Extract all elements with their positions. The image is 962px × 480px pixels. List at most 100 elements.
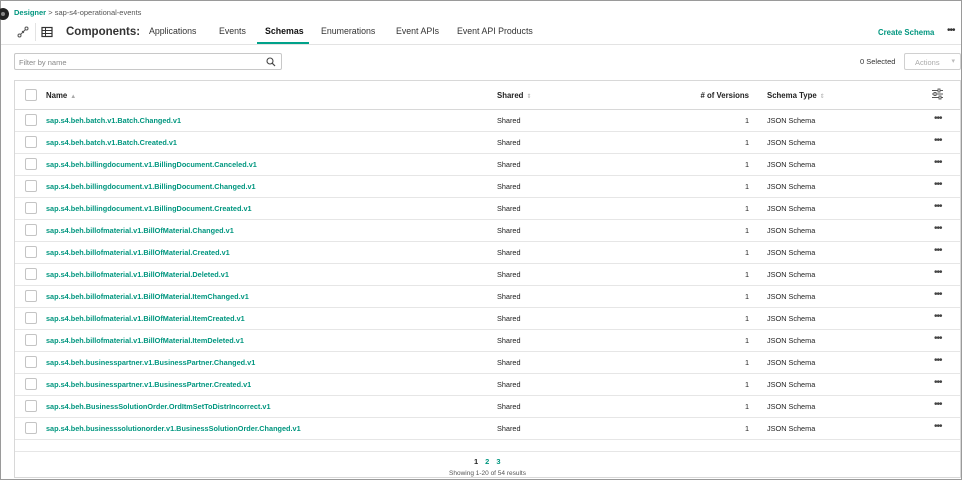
- filter-field[interactable]: [14, 53, 282, 70]
- tab-events[interactable]: Events: [219, 26, 246, 36]
- table-row[interactable]: sap.s4.beh.billingdocument.v1.BillingDoc…: [15, 154, 960, 176]
- table-row[interactable]: sap.s4.beh.billofmaterial.v1.BillOfMater…: [15, 264, 960, 286]
- schema-type-value: JSON Schema: [767, 270, 816, 279]
- table-row[interactable]: sap.s4.beh.businesssolutionorder.v1.Busi…: [15, 418, 960, 440]
- schema-name-link[interactable]: sap.s4.beh.BusinessSolutionOrder.OrdItmS…: [46, 402, 271, 411]
- table-row[interactable]: sap.s4.beh.billofmaterial.v1.BillOfMater…: [15, 220, 960, 242]
- versions-value: 1: [744, 314, 749, 323]
- table-row[interactable]: sap.s4.beh.billingdocument.v1.BillingDoc…: [15, 176, 960, 198]
- column-settings-icon[interactable]: [931, 88, 944, 102]
- table-row[interactable]: sap.s4.beh.billofmaterial.v1.BillOfMater…: [15, 242, 960, 264]
- row-more-icon[interactable]: •••: [934, 245, 942, 256]
- row-more-icon[interactable]: •••: [934, 267, 942, 278]
- schema-name-link[interactable]: sap.s4.beh.billingdocument.v1.BillingDoc…: [46, 160, 257, 169]
- page-link-3[interactable]: 3: [496, 457, 500, 466]
- shared-value: Shared: [497, 270, 521, 279]
- breadcrumb-designer-link[interactable]: Designer: [14, 8, 46, 17]
- chevron-down-icon: ▾: [951, 58, 955, 65]
- row-checkbox[interactable]: [25, 268, 37, 280]
- schema-type-value: JSON Schema: [767, 182, 816, 191]
- tab-schemas[interactable]: Schemas: [265, 26, 304, 36]
- table-row[interactable]: sap.s4.beh.businesspartner.v1.BusinessPa…: [15, 374, 960, 396]
- row-checkbox[interactable]: [25, 180, 37, 192]
- schema-type-value: JSON Schema: [767, 160, 816, 169]
- pagination: 123 Showing 1-20 of 54 results: [15, 451, 960, 477]
- table-view-icon[interactable]: [40, 25, 54, 39]
- row-checkbox[interactable]: [25, 312, 37, 324]
- row-more-icon[interactable]: •••: [934, 421, 942, 432]
- schema-name-link[interactable]: sap.s4.beh.businesspartner.v1.BusinessPa…: [46, 380, 251, 389]
- row-checkbox[interactable]: [25, 224, 37, 236]
- schema-name-link[interactable]: sap.s4.beh.batch.v1.Batch.Changed.v1: [46, 116, 181, 125]
- table-header: Name ▲ Shared ⇕ # of Versions Schema Type ⇕: [15, 81, 960, 110]
- versions-value: 1: [744, 402, 749, 411]
- row-more-icon[interactable]: •••: [934, 135, 942, 146]
- schema-name-link[interactable]: sap.s4.beh.businesssolutionorder.v1.Busi…: [46, 424, 301, 433]
- row-more-icon[interactable]: •••: [934, 377, 942, 388]
- row-more-icon[interactable]: •••: [934, 399, 942, 410]
- row-checkbox[interactable]: [25, 136, 37, 148]
- shared-value: Shared: [497, 182, 521, 191]
- table-row[interactable]: sap.s4.beh.batch.v1.Batch.Created.v1 Shar…: [15, 132, 960, 154]
- shared-value: Shared: [497, 116, 521, 125]
- row-more-icon[interactable]: •••: [934, 311, 942, 322]
- schema-name-link[interactable]: sap.s4.beh.billofmaterial.v1.BillOfMater…: [46, 314, 245, 323]
- schema-name-link[interactable]: sap.s4.beh.billofmaterial.v1.BillOfMater…: [46, 336, 244, 345]
- results-summary: Showing 1-20 of 54 results: [449, 470, 526, 477]
- row-checkbox[interactable]: [25, 114, 37, 126]
- row-checkbox[interactable]: [25, 246, 37, 258]
- actions-dropdown[interactable]: Actions ▾: [904, 53, 961, 70]
- row-checkbox[interactable]: [25, 334, 37, 346]
- schema-name-link[interactable]: sap.s4.beh.batch.v1.Batch.Created.v1: [46, 138, 177, 147]
- row-more-icon[interactable]: •••: [934, 355, 942, 366]
- row-more-icon[interactable]: •••: [934, 201, 942, 212]
- graph-view-icon[interactable]: [16, 25, 30, 39]
- row-more-icon[interactable]: •••: [934, 113, 942, 124]
- column-header-name[interactable]: Name ▲: [46, 91, 76, 100]
- schema-name-link[interactable]: sap.s4.beh.billofmaterial.v1.BillOfMater…: [46, 292, 249, 301]
- schema-name-link[interactable]: sap.s4.beh.billofmaterial.v1.BillOfMater…: [46, 248, 230, 257]
- page-link-1[interactable]: 1: [474, 457, 478, 466]
- table-row[interactable]: sap.s4.beh.billofmaterial.v1.BillOfMater…: [15, 330, 960, 352]
- table-row[interactable]: sap.s4.beh.billofmaterial.v1.BillOfMater…: [15, 286, 960, 308]
- filter-input[interactable]: [19, 56, 259, 68]
- schema-name-link[interactable]: sap.s4.beh.billofmaterial.v1.BillOfMater…: [46, 270, 229, 279]
- row-checkbox[interactable]: [25, 158, 37, 170]
- row-more-icon[interactable]: •••: [934, 333, 942, 344]
- row-checkbox[interactable]: [25, 202, 37, 214]
- schema-name-link[interactable]: sap.s4.beh.billofmaterial.v1.BillOfMater…: [46, 226, 234, 235]
- row-checkbox[interactable]: [25, 400, 37, 412]
- tab-applications[interactable]: Applications: [149, 26, 196, 36]
- shared-value: Shared: [497, 204, 521, 213]
- row-checkbox[interactable]: [25, 356, 37, 368]
- row-more-icon[interactable]: •••: [934, 223, 942, 234]
- page-link-2[interactable]: 2: [485, 457, 489, 466]
- tab-event-api-products[interactable]: Event API Products: [457, 26, 533, 36]
- row-checkbox[interactable]: [25, 290, 37, 302]
- table-row[interactable]: sap.s4.beh.billofmaterial.v1.BillOfMater…: [15, 308, 960, 330]
- tab-event-apis[interactable]: Event APIs: [396, 26, 439, 36]
- row-more-icon[interactable]: •••: [934, 179, 942, 190]
- create-schema-button[interactable]: Create Schema: [878, 28, 934, 37]
- row-checkbox[interactable]: [25, 378, 37, 390]
- table-row[interactable]: sap.s4.beh.billingdocument.v1.BillingDoc…: [15, 198, 960, 220]
- more-options-icon[interactable]: •••: [947, 25, 955, 36]
- row-more-icon[interactable]: •••: [934, 289, 942, 300]
- schema-name-link[interactable]: sap.s4.beh.businesspartner.v1.BusinessPa…: [46, 358, 255, 367]
- selected-count: 0 Selected: [860, 57, 896, 66]
- schema-name-link[interactable]: sap.s4.beh.billingdocument.v1.BillingDoc…: [46, 204, 252, 213]
- versions-value: 1: [744, 358, 749, 367]
- select-all-checkbox[interactable]: [25, 89, 37, 101]
- column-header-shared[interactable]: Shared ⇕: [497, 91, 531, 100]
- shared-value: Shared: [497, 380, 521, 389]
- row-checkbox[interactable]: [25, 422, 37, 434]
- schema-name-link[interactable]: sap.s4.beh.billingdocument.v1.BillingDoc…: [46, 182, 256, 191]
- table-row[interactable]: sap.s4.beh.batch.v1.Batch.Changed.v1 Shar…: [15, 110, 960, 132]
- tab-enumerations[interactable]: Enumerations: [321, 26, 375, 36]
- row-more-icon[interactable]: •••: [934, 157, 942, 168]
- table-row[interactable]: sap.s4.beh.businesspartner.v1.BusinessPa…: [15, 352, 960, 374]
- column-shared-label: Shared: [497, 91, 524, 100]
- search-icon[interactable]: [266, 57, 276, 69]
- column-header-schema-type[interactable]: Schema Type ⇕: [767, 91, 825, 100]
- table-row[interactable]: sap.s4.beh.BusinessSolutionOrder.OrdItmS…: [15, 396, 960, 418]
